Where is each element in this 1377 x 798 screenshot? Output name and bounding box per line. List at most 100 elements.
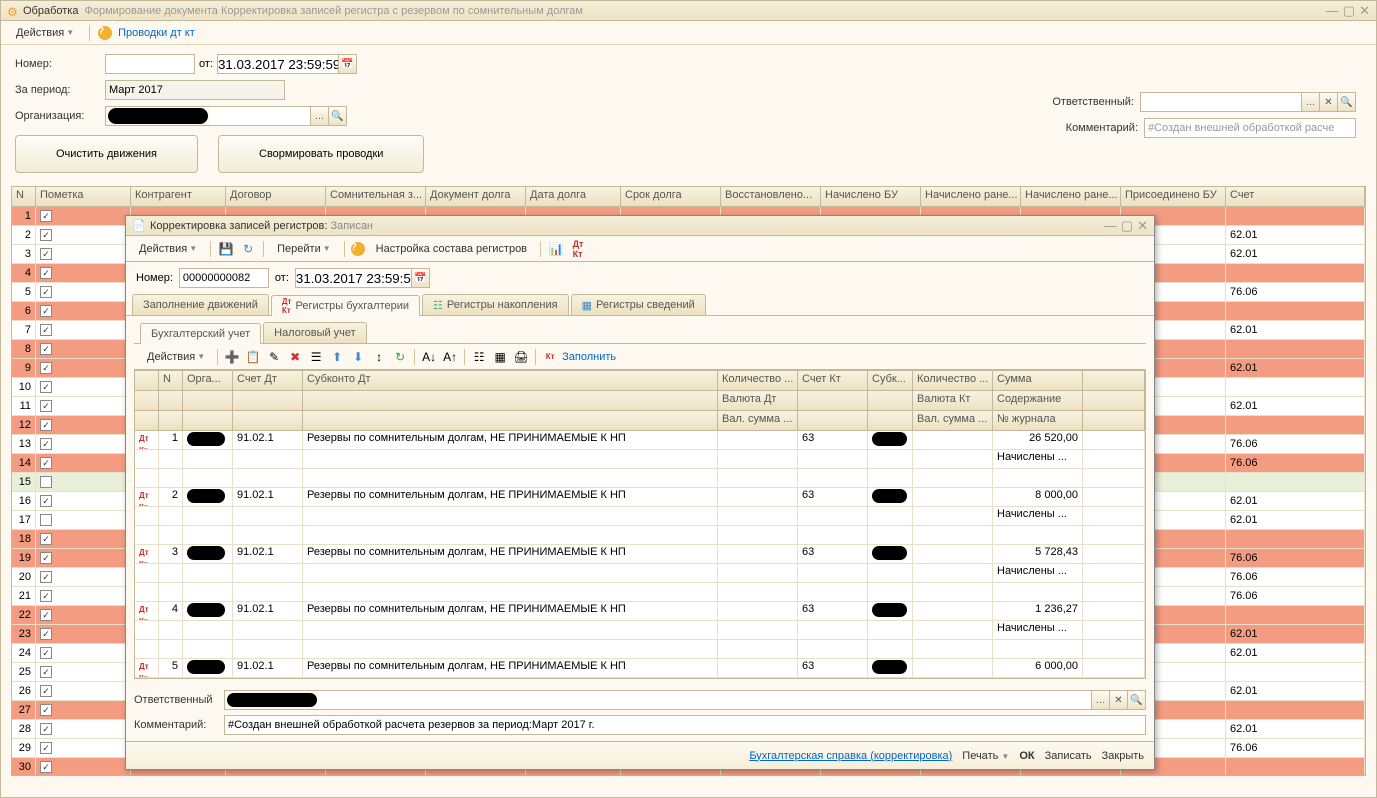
- sort2-icon[interactable]: A↑: [441, 348, 459, 366]
- checkbox[interactable]: ✓: [40, 267, 52, 279]
- checkbox[interactable]: ✓: [40, 362, 52, 374]
- resp-input-group[interactable]: … ✕ 🔍: [1140, 92, 1356, 112]
- down-icon[interactable]: ⬇: [349, 348, 367, 366]
- col-nachisbu[interactable]: Начислено БУ: [821, 187, 921, 206]
- add-icon[interactable]: ➕: [223, 348, 241, 366]
- table-row[interactable]: [135, 526, 1145, 545]
- table-row[interactable]: [135, 469, 1145, 488]
- checkbox[interactable]: ✓: [40, 704, 52, 716]
- col-nachran1[interactable]: Начислено ране...: [921, 187, 1021, 206]
- resp-input[interactable]: [1141, 93, 1301, 111]
- search-icon[interactable]: 🔍: [328, 107, 346, 125]
- provodki-link[interactable]: Проводки дт кт: [118, 27, 195, 39]
- dlg-date-input[interactable]: [296, 269, 411, 287]
- footer-link[interactable]: Бухгалтерская справка (корректировка): [749, 750, 952, 762]
- help-icon[interactable]: ?: [351, 242, 365, 256]
- checkbox[interactable]: ✓: [40, 286, 52, 298]
- checkbox[interactable]: [40, 514, 52, 526]
- checkbox[interactable]: ✓: [40, 685, 52, 697]
- col-srokdolg[interactable]: Срок долга: [621, 187, 721, 206]
- checkbox[interactable]: ✓: [40, 305, 52, 317]
- checkbox[interactable]: ✓: [40, 381, 52, 393]
- registers-config[interactable]: Настройка состава регистров: [369, 240, 534, 258]
- dots-icon[interactable]: …: [1091, 691, 1109, 709]
- checkbox[interactable]: ✓: [40, 647, 52, 659]
- tab[interactable]: ДтКтРегистры бухгалтерии: [271, 295, 420, 316]
- up-icon[interactable]: ⬆: [328, 348, 346, 366]
- edit-icon[interactable]: ✎: [265, 348, 283, 366]
- period-input[interactable]: [105, 80, 285, 100]
- clear-movements-button[interactable]: Очистить движения: [15, 135, 198, 173]
- calendar-icon[interactable]: 📅: [338, 55, 356, 73]
- checkbox[interactable]: ✓: [40, 419, 52, 431]
- fill-link[interactable]: Заполнить: [562, 351, 616, 363]
- dlg-resp-group[interactable]: … ✕ 🔍: [224, 690, 1146, 710]
- col-n[interactable]: N: [12, 187, 36, 206]
- minimize-icon[interactable]: —: [1104, 218, 1117, 234]
- sort1-icon[interactable]: A↓: [420, 348, 438, 366]
- checkbox[interactable]: ✓: [40, 210, 52, 222]
- table-row[interactable]: ДтКт291.02.1Резервы по сомнительным долг…: [135, 488, 1145, 507]
- minimize-icon[interactable]: —: [1326, 3, 1339, 19]
- col-nachran2[interactable]: Начислено ране...: [1021, 187, 1121, 206]
- settings-icon[interactable]: ☷: [470, 348, 488, 366]
- tab[interactable]: ☷Регистры накопления: [422, 294, 569, 315]
- col-prisoed[interactable]: Присоединено БУ: [1121, 187, 1226, 206]
- table-row[interactable]: Начислены ...: [135, 507, 1145, 526]
- checkbox[interactable]: [40, 476, 52, 488]
- checkbox[interactable]: ✓: [40, 628, 52, 640]
- goto-menu[interactable]: Перейти ▼: [270, 240, 338, 258]
- copy-icon[interactable]: 📋: [244, 348, 262, 366]
- col-mark[interactable]: Пометка: [36, 187, 131, 206]
- dlg-date-group[interactable]: 📅: [295, 268, 430, 288]
- col-somnit[interactable]: Сомнительная з...: [326, 187, 426, 206]
- col-vosstan[interactable]: Восстановлено...: [721, 187, 821, 206]
- actions-menu[interactable]: Действия ▼: [9, 24, 81, 42]
- date-input[interactable]: [218, 55, 338, 73]
- print-button[interactable]: Печать ▼: [962, 750, 1009, 762]
- col-dogovor[interactable]: Договор: [226, 187, 326, 206]
- checkbox[interactable]: ✓: [40, 609, 52, 621]
- table-row[interactable]: [135, 640, 1145, 659]
- col-datadolg[interactable]: Дата долга: [526, 187, 621, 206]
- checkbox[interactable]: ✓: [40, 666, 52, 678]
- table-row[interactable]: ДтКт191.02.1Резервы по сомнительным долг…: [135, 431, 1145, 450]
- col-schet[interactable]: Счет: [1226, 187, 1365, 206]
- delete-icon[interactable]: ✖: [286, 348, 304, 366]
- checkbox[interactable]: ✓: [40, 761, 52, 773]
- calendar-icon[interactable]: 📅: [411, 269, 429, 287]
- close-icon[interactable]: ✕: [1137, 218, 1148, 234]
- checkbox[interactable]: ✓: [40, 723, 52, 735]
- sort-asc-icon[interactable]: ↕: [370, 348, 388, 366]
- checkbox[interactable]: ✓: [40, 590, 52, 602]
- checkbox[interactable]: ✓: [40, 571, 52, 583]
- checkbox[interactable]: ✓: [40, 457, 52, 469]
- dlg-resp-input[interactable]: [319, 691, 1091, 709]
- checkbox[interactable]: ✓: [40, 248, 52, 260]
- report-icon[interactable]: 📊: [547, 240, 565, 258]
- checkbox[interactable]: ✓: [40, 229, 52, 241]
- table-row[interactable]: ДтКт391.02.1Резервы по сомнительным долг…: [135, 545, 1145, 564]
- ok-button[interactable]: ОК: [1019, 750, 1034, 762]
- table-row[interactable]: ДтКт491.02.1Резервы по сомнительным долг…: [135, 602, 1145, 621]
- col-contragent[interactable]: Контрагент: [131, 187, 226, 206]
- checkbox[interactable]: ✓: [40, 438, 52, 450]
- maximize-icon[interactable]: ▢: [1121, 218, 1133, 234]
- table-row[interactable]: Начислены ...: [135, 564, 1145, 583]
- table-row[interactable]: [135, 583, 1145, 602]
- dots-icon[interactable]: …: [1301, 93, 1319, 111]
- dots-icon[interactable]: …: [310, 107, 328, 125]
- close-button[interactable]: Закрыть: [1102, 750, 1144, 762]
- search-icon[interactable]: 🔍: [1337, 93, 1355, 111]
- checkbox[interactable]: ✓: [40, 552, 52, 564]
- date-input-group[interactable]: 📅: [217, 54, 357, 74]
- tab[interactable]: Заполнение движений: [132, 294, 269, 315]
- maximize-icon[interactable]: ▢: [1343, 3, 1355, 19]
- list-icon[interactable]: ☰: [307, 348, 325, 366]
- refresh-icon[interactable]: ↻: [239, 240, 257, 258]
- help-icon[interactable]: ?: [98, 26, 112, 40]
- checkbox[interactable]: ✓: [40, 343, 52, 355]
- save-button[interactable]: Записать: [1045, 750, 1092, 762]
- checkbox[interactable]: ✓: [40, 533, 52, 545]
- clear-icon[interactable]: ✕: [1109, 691, 1127, 709]
